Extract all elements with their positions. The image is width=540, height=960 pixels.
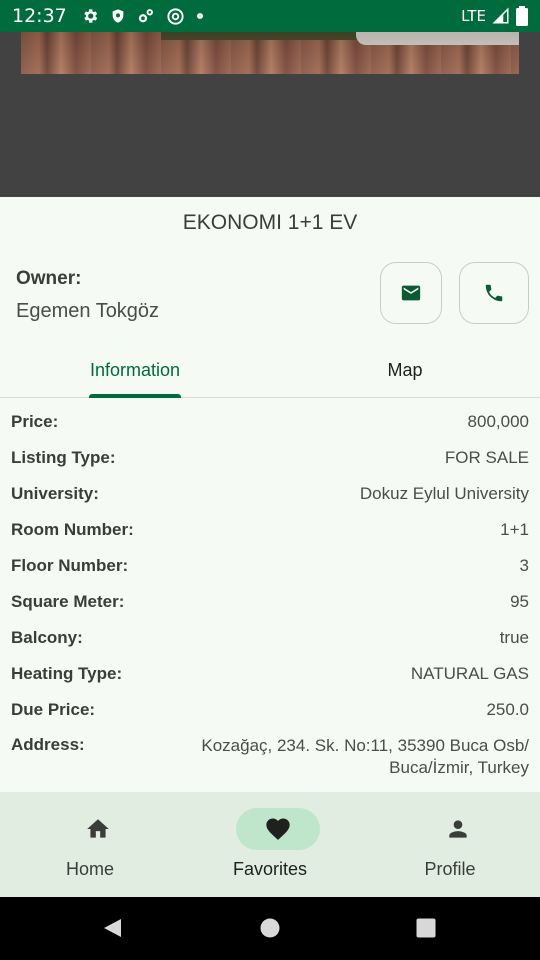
detail-row-room-number: Room Number: 1+1 [0, 512, 540, 548]
nav-item-favorites[interactable]: Favorites [180, 792, 360, 897]
detail-value: Dokuz Eylul University [359, 484, 529, 503]
owner-label: Owner: [16, 268, 82, 289]
recents-icon[interactable] [415, 917, 437, 939]
detail-label: Listing Type: [11, 448, 116, 467]
detail-row-due-price: Due Price: 250.0 [0, 692, 540, 728]
email-owner-button[interactable] [380, 262, 442, 324]
detail-label: Due Price: [11, 700, 96, 719]
detail-row-floor-number: Floor Number: 3 [0, 548, 540, 584]
nav-item-profile[interactable]: Profile [360, 792, 540, 897]
signal-icon [492, 7, 509, 24]
photo-shade [21, 32, 519, 74]
detail-label: Address: [11, 735, 85, 754]
home-icon [87, 819, 109, 838]
listing-image-area [0, 32, 540, 197]
tab-map[interactable]: Map [270, 344, 540, 397]
detail-value: 250.0 [486, 700, 529, 719]
detail-label: Floor Number: [11, 556, 129, 575]
detail-row-university: University: Dokuz Eylul University [0, 476, 540, 512]
nav-pill-profile [416, 808, 500, 850]
nav-pill-home [56, 808, 140, 850]
detail-tabs: Information Map [0, 344, 540, 398]
back-icon[interactable] [101, 917, 123, 939]
network-label: LTE [461, 7, 486, 25]
active-tab-indicator [89, 394, 181, 398]
detail-row-listing-type: Listing Type: FOR SALE [0, 440, 540, 476]
listing-photo[interactable] [21, 32, 519, 74]
detail-row-heating-type: Heating Type: NATURAL GAS [0, 656, 540, 692]
nav-pill-favorites [236, 808, 320, 850]
details-list: Price: 800,000 Listing Type: FOR SALE Un… [0, 404, 540, 784]
detail-row-address: Address: Kozağaç, 234. Sk. No:11, 35390 … [0, 728, 540, 784]
shield-icon [112, 9, 124, 23]
call-owner-button[interactable] [459, 262, 529, 324]
nav-item-home[interactable]: Home [0, 792, 180, 897]
detail-value: 95 [510, 592, 529, 611]
detail-row-square-meter: Square Meter: 95 [0, 584, 540, 620]
detail-label: University: [11, 484, 99, 503]
detail-row-balcony: Balcony: true [0, 620, 540, 656]
detail-label: Square Meter: [11, 592, 125, 611]
owner-name: Egemen Tokgöz [16, 300, 160, 322]
bottom-navigation: Home Favorites Profile [0, 792, 540, 897]
at-sign-icon [167, 7, 184, 25]
system-navigation-bar [0, 897, 540, 960]
detail-value: 1+1 [500, 520, 529, 539]
detail-row-price: Price: 800,000 [0, 404, 540, 440]
status-right: LTE [461, 6, 528, 26]
dot-icon [196, 13, 203, 19]
detail-value: Kozağaç, 234. Sk. No:11, 35390 Buca Osb/… [201, 736, 529, 777]
gears-icon [138, 9, 153, 23]
detail-label: Balcony: [11, 628, 83, 647]
tab-map-label: Map [387, 360, 423, 380]
home-button-icon[interactable] [259, 917, 281, 939]
battery-icon [516, 6, 528, 26]
person-icon [449, 820, 467, 838]
detail-value: true [499, 628, 529, 647]
nav-label-home: Home [65, 859, 114, 879]
heart-icon [266, 818, 290, 840]
detail-value: 800,000 [467, 412, 529, 431]
tab-information[interactable]: Information [0, 344, 270, 397]
detail-label: Price: [11, 412, 59, 431]
detail-value: FOR SALE [444, 448, 529, 467]
detail-label: Room Number: [11, 520, 134, 539]
settings-icon [84, 9, 97, 23]
status-bar: 12:37 LTE [0, 0, 540, 32]
nav-label-profile: Profile [424, 859, 476, 879]
mail-icon [401, 285, 421, 301]
detail-value: 3 [519, 556, 529, 575]
status-time: 12:37 [12, 5, 67, 27]
phone-icon [485, 284, 503, 302]
listing-detail-sheet: EKONOMI 1+1 EV Owner: Egemen Tokgöz Info… [0, 197, 540, 792]
nav-label-favorites: Favorites [232, 859, 308, 879]
status-notification-icons [81, 7, 204, 26]
detail-value: NATURAL GAS [410, 664, 529, 683]
listing-title: EKONOMI 1+1 EV [182, 211, 358, 234]
tab-information-label: Information [89, 360, 181, 380]
detail-label: Heating Type: [11, 664, 123, 683]
